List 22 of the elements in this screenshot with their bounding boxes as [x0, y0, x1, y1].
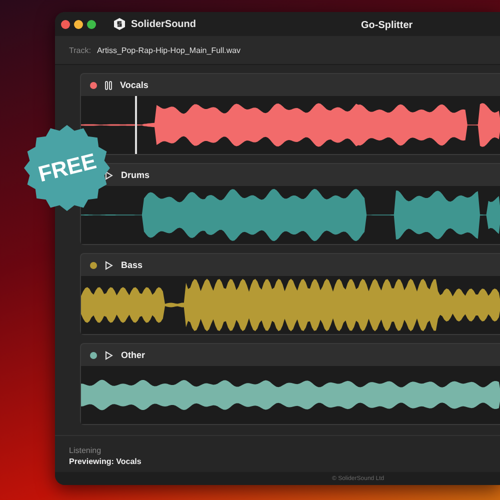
brand-name: SoliderSound	[131, 18, 196, 30]
play-icon[interactable]	[105, 260, 113, 270]
window-title: Go-Splitter	[361, 20, 413, 31]
stem-color-dot	[90, 352, 97, 358]
status-label: Listening	[69, 446, 102, 455]
maximize-button[interactable]	[87, 20, 96, 29]
minimize-button[interactable]	[74, 20, 83, 29]
stem-name: Vocals	[120, 80, 148, 90]
close-button[interactable]	[61, 20, 70, 29]
stem-name: Bass	[121, 260, 143, 270]
stem-name: Other	[121, 350, 146, 360]
play-icon[interactable]	[105, 350, 113, 360]
free-badge-text: FREE	[36, 150, 98, 186]
track-filename: Artiss_Pop-Rap-Hip-Hop_Main_Full.wav	[96, 46, 241, 55]
stem-color-dot	[90, 82, 97, 88]
logo-icon	[114, 18, 125, 30]
stem-name: Drums	[121, 170, 150, 180]
status-value: Previewing: Vocals	[69, 457, 142, 466]
stem-color-dot	[90, 262, 97, 268]
track-label: Track:	[69, 46, 91, 55]
play-icon[interactable]	[105, 170, 113, 180]
pause-icon[interactable]	[105, 80, 112, 90]
